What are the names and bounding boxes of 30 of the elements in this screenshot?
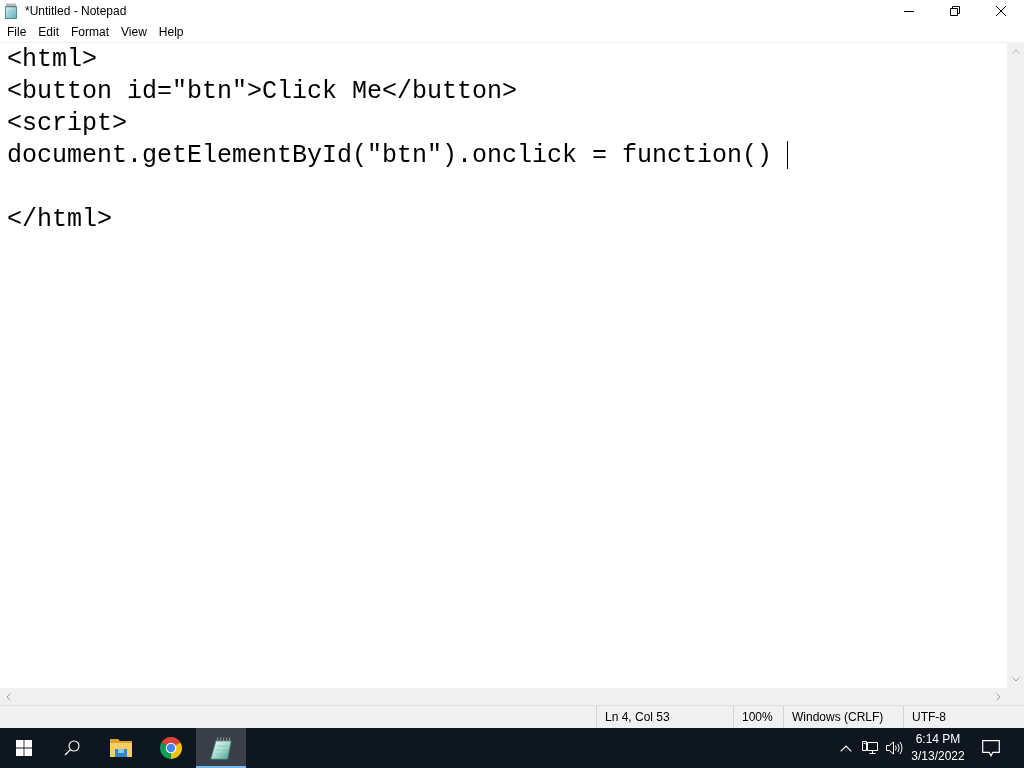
speech-bubble-icon — [982, 739, 1000, 757]
search-icon — [64, 740, 80, 756]
cursor-position: Ln 4, Col 53 — [605, 710, 670, 724]
minimize-icon — [904, 10, 914, 12]
notepad-icon — [3, 3, 19, 19]
speaker-icon — [885, 741, 903, 755]
circle-logo-icon — [159, 736, 183, 760]
restore-icon — [950, 6, 960, 16]
zoom-level: 100% — [742, 710, 773, 724]
code-line: <button id="btn">Click Me</button> — [7, 76, 518, 106]
menu-item[interactable]: View — [115, 23, 153, 41]
clock-button[interactable]: 6:14 PM 3/13/2022 — [906, 728, 970, 768]
menu-item[interactable]: Edit — [32, 23, 66, 41]
close-icon — [996, 6, 1006, 16]
text-encoding: UTF-8 — [912, 710, 946, 724]
folder-icon — [109, 738, 133, 758]
taskbar-app-button[interactable] — [196, 728, 246, 768]
code-line: <html> — [7, 44, 97, 74]
code-line: document.getElementById("btn").onclick = function() — [7, 140, 773, 170]
menu-item[interactable]: Help — [152, 23, 190, 41]
line-ending: Windows (CRLF) — [792, 710, 884, 724]
notepad-icon — [210, 736, 232, 760]
menu-item[interactable]: File — [1, 23, 33, 41]
code-line: </html> — [7, 204, 113, 234]
window-title: *Untitled - Notepad — [25, 4, 128, 18]
code-line: <script> — [7, 108, 128, 138]
monitor-icon — [862, 741, 878, 755]
windows-logo-icon — [16, 740, 32, 756]
menu-item[interactable]: Format — [65, 23, 116, 41]
chevron-up-icon — [840, 744, 852, 752]
